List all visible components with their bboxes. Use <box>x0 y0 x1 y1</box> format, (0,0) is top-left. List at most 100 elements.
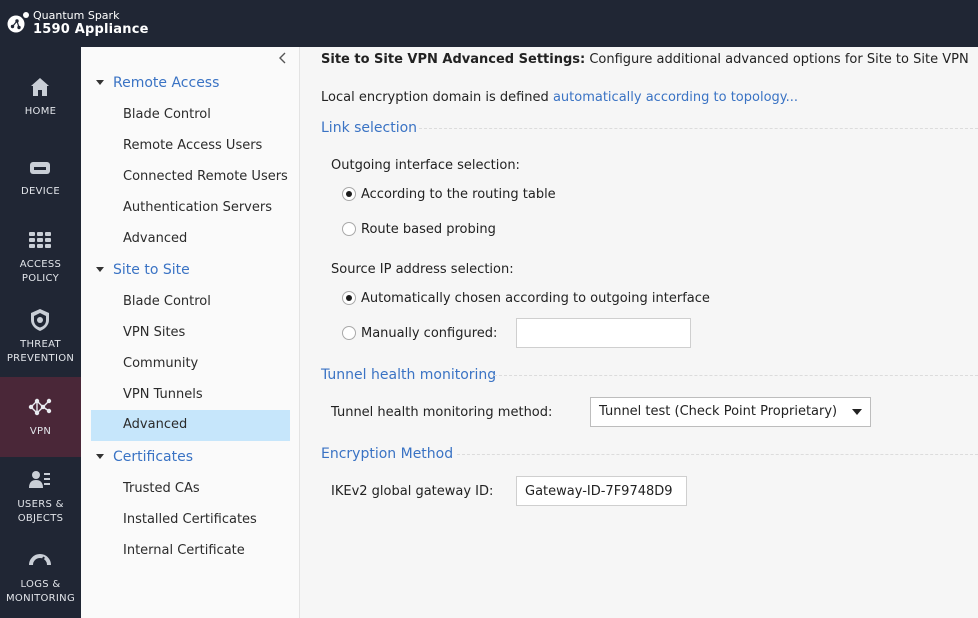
tree-item-s2s-blade-control[interactable]: Blade Control <box>91 287 290 318</box>
tree-item-label: Installed Certificates <box>123 512 257 527</box>
caret-down-icon <box>96 267 104 272</box>
caret-down-icon <box>96 454 104 459</box>
appliance-model: 1590 Appliance <box>33 22 149 37</box>
nav-access-policy-label: ACCESS POLICY <box>0 258 81 286</box>
tree-item-ra-connected-users[interactable]: Connected Remote Users <box>91 162 290 193</box>
nav-home[interactable]: HOME <box>0 57 81 137</box>
auto-source-label: Automatically chosen according to outgoi… <box>361 291 710 306</box>
dropdown-arrow-icon <box>852 409 862 415</box>
routing-table-label: According to the routing table <box>361 187 556 202</box>
encryption-domain-link[interactable]: automatically according to topology... <box>553 90 798 105</box>
encryption-method-heading: Encryption Method <box>321 446 454 462</box>
ikev2-gateway-id-input[interactable] <box>516 476 687 506</box>
nav-users-objects-label: USERS & OBJECTS <box>0 498 81 526</box>
tree-item-installed-certificates[interactable]: Installed Certificates <box>91 505 290 536</box>
nav-users-label-line2: OBJECTS <box>17 513 64 524</box>
nav-threat-label-line2: PREVENTION <box>6 353 75 364</box>
nav-users-label-line1: USERS & <box>17 499 64 510</box>
routing-table-radio[interactable] <box>342 187 356 201</box>
tree-item-label: Trusted CAs <box>123 481 200 496</box>
router-icon <box>30 162 50 174</box>
nav-access-label-line1: ACCESS <box>19 259 62 270</box>
tree-item-s2s-community[interactable]: Community <box>91 349 290 380</box>
tunnel-health-method-value: Tunnel test (Check Point Proprietary) <box>599 404 838 419</box>
gauge-icon <box>29 554 51 566</box>
tree-item-label: Advanced <box>123 231 188 246</box>
nav-access-label-line2: POLICY <box>21 273 60 284</box>
nav-access-policy[interactable]: ACCESS POLICY <box>0 217 81 297</box>
tree-item-label: Internal Certificate <box>123 543 245 558</box>
tree-item-label: Community <box>123 356 199 371</box>
tunnel-health-heading: Tunnel health monitoring <box>321 367 497 383</box>
nav-logs-monitoring-label: LOGS & MONITORING <box>0 578 81 606</box>
page-title-description: Configure additional advanced options fo… <box>589 52 969 67</box>
tree-item-internal-certificate[interactable]: Internal Certificate <box>91 536 290 567</box>
encryption-domain-line: Local encryption domain is defined autom… <box>321 90 798 105</box>
tree-item-label: Connected Remote Users <box>123 169 288 184</box>
tree-item-label: Blade Control <box>123 294 211 309</box>
encryption-domain-prefix: Local encryption domain is defined <box>321 90 549 105</box>
manual-source-radio[interactable] <box>342 326 356 340</box>
chevron-left-icon[interactable] <box>276 51 290 65</box>
section-divider <box>457 454 978 455</box>
section-divider <box>494 375 978 376</box>
nav-threat-prevention-label: THREAT PREVENTION <box>0 338 81 366</box>
nav-logs-monitoring[interactable]: LOGS & MONITORING <box>0 537 81 617</box>
tree-section-label: Certificates <box>113 449 194 465</box>
source-ip-label: Source IP address selection: <box>331 262 514 277</box>
manual-source-ip-input[interactable] <box>516 318 691 348</box>
tree-section-certificates[interactable]: Certificates <box>81 443 300 471</box>
tunnel-health-method-select[interactable]: Tunnel test (Check Point Proprietary) <box>590 397 871 427</box>
nav-logs-label-line1: LOGS & <box>20 579 61 590</box>
auto-source-radio[interactable] <box>342 291 356 305</box>
brand-name: Quantum Spark <box>33 9 120 22</box>
tree-item-ra-advanced[interactable]: Advanced <box>91 224 290 255</box>
tree-item-ra-auth-servers[interactable]: Authentication Servers <box>91 193 290 224</box>
nav-vpn[interactable]: VPN <box>0 377 81 457</box>
ikev2-gateway-id-label: IKEv2 global gateway ID: <box>331 484 494 499</box>
section-divider <box>419 128 978 129</box>
tree-section-label: Remote Access <box>113 75 220 91</box>
shield-icon <box>31 309 49 331</box>
page-title-bold: Site to Site VPN Advanced Settings: <box>321 52 586 67</box>
tree-item-label: VPN Sites <box>123 325 186 340</box>
outgoing-interface-label: Outgoing interface selection: <box>331 158 520 173</box>
tree-item-trusted-cas[interactable]: Trusted CAs <box>91 474 290 505</box>
tree-item-ra-blade-control[interactable]: Blade Control <box>91 100 290 131</box>
tree-section-label: Site to Site <box>113 262 190 278</box>
nav-logs-label-line2: MONITORING <box>5 593 76 604</box>
tree-item-s2s-vpn-sites[interactable]: VPN Sites <box>91 318 290 349</box>
users-icon <box>29 471 50 488</box>
caret-down-icon <box>96 80 104 85</box>
main-content: Site to Site VPN Advanced Settings: Conf… <box>301 47 978 618</box>
policy-grid-icon <box>29 232 51 248</box>
tunnel-health-method-label: Tunnel health monitoring method: <box>331 405 553 420</box>
route-probing-radio[interactable] <box>342 222 356 236</box>
top-bar: Quantum Spark 1590 Appliance <box>0 0 978 47</box>
page-title: Site to Site VPN Advanced Settings: Conf… <box>321 52 969 67</box>
tree-item-label: Advanced <box>123 417 188 432</box>
tree-item-s2s-advanced[interactable]: Advanced <box>91 410 290 441</box>
house-icon <box>31 78 49 96</box>
manual-source-label: Manually configured: <box>361 326 498 341</box>
nav-device-label: DEVICE <box>21 186 60 197</box>
tree-section-remote-access[interactable]: Remote Access <box>81 69 300 97</box>
nav-device[interactable]: DEVICE <box>0 137 81 217</box>
tree-item-label: Authentication Servers <box>123 200 272 215</box>
vpn-network-icon <box>28 398 52 416</box>
nav-vpn-label: VPN <box>29 426 52 437</box>
tree-item-s2s-vpn-tunnels[interactable]: VPN Tunnels <box>91 380 290 411</box>
settings-tree: Remote Access Blade Control Remote Acces… <box>81 47 300 618</box>
tree-item-ra-users[interactable]: Remote Access Users <box>91 131 290 162</box>
nav-users-objects[interactable]: USERS & OBJECTS <box>0 457 81 537</box>
tree-item-label: Blade Control <box>123 107 211 122</box>
nav-threat-label-line1: THREAT <box>20 339 61 350</box>
tree-section-site-to-site[interactable]: Site to Site <box>81 256 300 284</box>
quantum-spark-logo-icon <box>7 12 29 33</box>
link-selection-heading: Link selection <box>321 120 418 136</box>
tree-item-label: VPN Tunnels <box>123 387 203 402</box>
nav-home-label: HOME <box>24 106 57 117</box>
route-probing-label: Route based probing <box>361 222 496 237</box>
nav-threat-prevention[interactable]: THREAT PREVENTION <box>0 297 81 377</box>
tree-item-label: Remote Access Users <box>123 138 263 153</box>
